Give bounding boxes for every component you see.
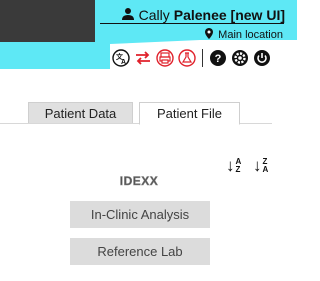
- user-icon: [121, 7, 135, 24]
- location-label: Main location: [218, 29, 283, 41]
- reference-lab-button[interactable]: Reference Lab: [70, 238, 210, 265]
- user-name: Cally: [138, 7, 170, 23]
- toolbar: 文 A ?: [112, 47, 271, 69]
- practice-name: Palenee [new UI]: [173, 7, 285, 23]
- sort-desc-bottom: A: [262, 164, 269, 174]
- power-icon[interactable]: [253, 49, 271, 67]
- svg-text:?: ?: [215, 53, 222, 65]
- lab-flask-icon[interactable]: [178, 49, 196, 67]
- translate-icon[interactable]: 文 A: [112, 49, 130, 67]
- swap-arrows-icon[interactable]: [134, 49, 152, 67]
- location-indicator[interactable]: Main location: [205, 28, 283, 42]
- user-underline: [100, 23, 284, 24]
- help-icon[interactable]: ?: [209, 49, 227, 67]
- tab-patient-data[interactable]: Patient Data: [28, 102, 133, 123]
- in-clinic-analysis-button[interactable]: In-Clinic Analysis: [70, 201, 210, 228]
- sort-asc-bottom: Z: [235, 164, 241, 174]
- down-arrow-icon: ↓: [253, 156, 262, 175]
- svg-text:A: A: [121, 59, 126, 66]
- tab-patient-file[interactable]: Patient File: [139, 102, 240, 125]
- sort-ascending-icon[interactable]: ↓ A Z: [226, 157, 241, 174]
- user-info[interactable]: Cally Palenee [new UI]: [121, 5, 285, 25]
- idexx-logo: IDEXX: [119, 174, 159, 189]
- down-arrow-icon: ↓: [226, 156, 235, 175]
- settings-icon[interactable]: [231, 49, 249, 67]
- printer-icon[interactable]: [156, 49, 174, 67]
- toolbar-separator: [202, 49, 203, 67]
- tab-bar: Patient Data Patient File: [0, 100, 297, 125]
- sort-descending-icon[interactable]: ↓ Z A: [253, 157, 268, 174]
- map-pin-icon: [205, 28, 214, 42]
